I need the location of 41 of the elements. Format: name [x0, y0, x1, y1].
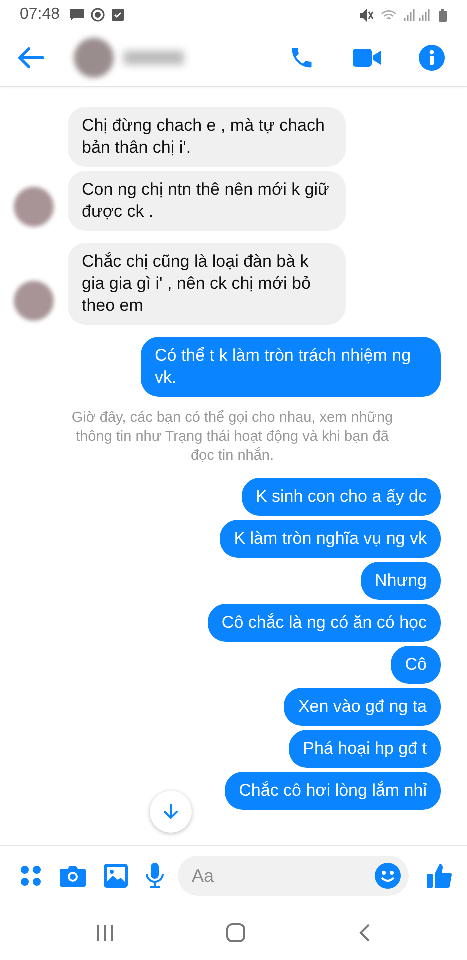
- back-icon[interactable]: [358, 923, 371, 943]
- image-icon[interactable]: [104, 864, 128, 888]
- message-bubble: Nhưng: [360, 562, 441, 600]
- message-bubble: Xen vào gđ ng ta: [284, 688, 441, 726]
- message-field[interactable]: Aa: [178, 856, 409, 896]
- info-icon[interactable]: [419, 45, 445, 71]
- back-arrow-icon[interactable]: [18, 47, 44, 69]
- camera-icon[interactable]: [60, 865, 86, 887]
- message-bubble: Chắc chị cũng là loại đàn bà k gia gia gì i' , nên ck chị mới bỏ theo em: [68, 243, 346, 325]
- battery-icon: [439, 8, 447, 22]
- message-bubble: Cô chắc là ng có ăn có học: [208, 604, 441, 642]
- contact-avatar[interactable]: [14, 187, 54, 227]
- message-bubble: Chị đừng chach e , mà tự chach bản thân chị i'.: [68, 107, 346, 167]
- message-notification-icon: [70, 9, 84, 21]
- checkbox-notification-icon: [112, 9, 124, 21]
- home-icon[interactable]: [226, 923, 246, 943]
- grid-dots-icon[interactable]: [20, 865, 42, 887]
- circle-notification-icon: [91, 8, 106, 22]
- notice-text: Giờ đây, các bạn có thể gọi cho nhau, xem những thông tin như Trạng thái hoạt động và khi bạn đã đọc tin nhắn.: [70, 409, 394, 466]
- message-bubble: Có thể t k làm tròn trách nhiệm ng vk.: [141, 337, 441, 397]
- signal-icon: [404, 9, 432, 21]
- emoji-icon[interactable]: [375, 863, 401, 889]
- scroll-down-button[interactable]: [150, 791, 192, 833]
- message-input[interactable]: Aa: [190, 864, 375, 888]
- contact-avatar[interactable]: [74, 38, 114, 78]
- blurred-name: [124, 51, 184, 65]
- message-bubble: K sinh con cho a ấy dc: [242, 478, 441, 516]
- message-bubble: Con ng chị ntn thê nên mới k giữ được ck .: [68, 171, 346, 231]
- contact-avatar[interactable]: [14, 281, 54, 321]
- mute-icon: [360, 8, 374, 22]
- down-arrow-icon: [164, 804, 178, 820]
- recent-apps-icon[interactable]: [96, 924, 114, 942]
- message-bubble: Chắc cô hơi lòng lắm nhỉ: [225, 772, 441, 810]
- thumbs-up-icon[interactable]: [427, 863, 453, 889]
- status-time: 07:48: [20, 6, 60, 24]
- message-bubble: Cô: [391, 646, 441, 684]
- video-camera-icon[interactable]: [353, 48, 381, 68]
- message-bubble: Phá hoại hp gđ t: [289, 730, 441, 768]
- wifi-icon: [381, 8, 397, 22]
- message-bubble: K làm tròn nghĩa vụ ng vk: [220, 520, 441, 558]
- microphone-icon[interactable]: [146, 863, 164, 889]
